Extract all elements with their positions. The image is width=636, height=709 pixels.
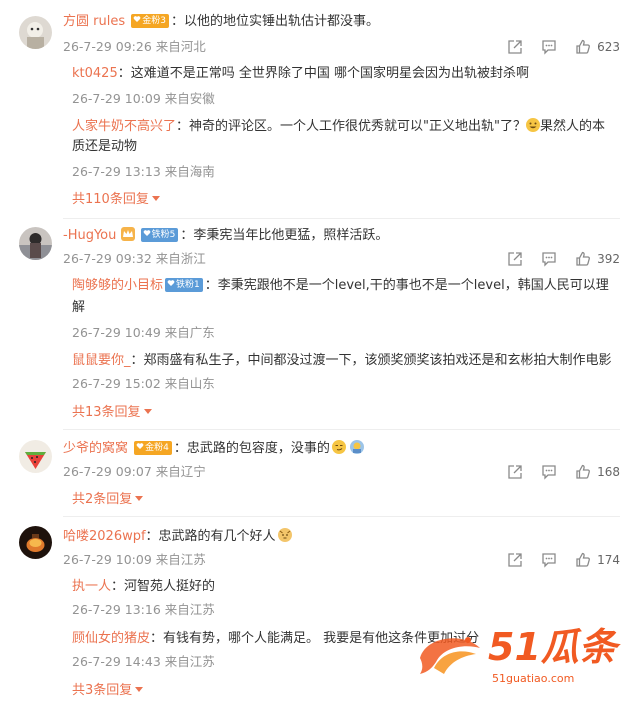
laugh-emoji-icon	[525, 118, 540, 132]
face-emoji-icon	[349, 440, 364, 454]
more-replies-button[interactable]: 共3条回复	[72, 682, 144, 700]
share-icon[interactable]	[507, 464, 523, 480]
watermark: 51瓜条 51guatiao.com	[416, 624, 621, 696]
more-replies-label: 共2条回复	[72, 492, 133, 507]
comment-actions: 174	[507, 551, 620, 569]
fan-badge-label: 金粉3	[142, 16, 166, 26]
like-icon[interactable]	[575, 39, 591, 55]
comment-content: ：以他的地位实锤出轨估计都没事。	[170, 14, 379, 29]
fan-badge-label: 金粉4	[145, 443, 169, 453]
heart-icon	[167, 278, 175, 286]
comment-meta: 26-7-29 09:07 来自辽宁	[63, 464, 206, 479]
share-icon[interactable]	[507, 39, 523, 55]
more-replies-button[interactable]: 共13条回复	[72, 404, 152, 422]
reply-content: ：河智苑人挺好的	[111, 579, 216, 594]
avatar[interactable]	[19, 16, 52, 49]
divider	[63, 516, 620, 517]
reply-content-line2: 质还是动物	[72, 139, 138, 154]
comment-content: ：忠武路的有几个好人	[145, 529, 276, 544]
avatar[interactable]	[19, 440, 52, 473]
like-count: 168	[597, 465, 620, 479]
heart-icon	[133, 14, 141, 22]
fan-badge: 铁粉5	[140, 228, 179, 242]
comment-actions: 623	[507, 38, 620, 56]
caret-down-icon	[151, 196, 160, 201]
comment-username[interactable]: 少爷的窝窝	[63, 441, 128, 456]
more-replies-label: 共3条回复	[72, 683, 133, 698]
reply-meta: 26-7-29 10:49 来自广东	[72, 325, 215, 340]
like-icon[interactable]	[575, 464, 591, 480]
reply-content-line1: ：神奇的评论区。一个人工作很优秀就可以"正义地出轨"了？	[176, 119, 526, 134]
reply-meta: 26-7-29 13:16 来自江苏	[72, 602, 215, 617]
avatar[interactable]	[19, 526, 52, 559]
caret-down-icon	[135, 687, 144, 692]
reply-username[interactable]: kt0425	[72, 66, 118, 81]
comment-meta: 26-7-29 09:32 来自浙江	[63, 251, 206, 266]
comment-meta: 26-7-29 10:09 来自江苏	[63, 552, 206, 567]
like-count: 623	[597, 40, 620, 54]
like-icon[interactable]	[575, 552, 591, 568]
reply-meta: 26-7-29 15:02 来自山东	[72, 376, 215, 391]
reply-content: ：郑雨盛有私生子，中间都没过渡一下，该颁奖颁奖该拍戏还是和玄彬拍大制作电影	[130, 353, 612, 368]
cat-emoji-icon	[277, 528, 292, 542]
reply-meta: 26-7-29 14:43 来自江苏	[72, 654, 215, 669]
fan-badge: 铁粉1	[165, 278, 203, 292]
comment-content: ：李秉宪当年比他更猛，照样活跃。	[180, 228, 389, 243]
comment-actions: 168	[507, 463, 620, 481]
avatar[interactable]	[19, 227, 52, 260]
more-replies-button[interactable]: 共110条回复	[72, 191, 160, 209]
share-icon[interactable]	[507, 251, 523, 267]
caret-down-icon	[143, 409, 152, 414]
more-replies-label: 共110条回复	[72, 192, 149, 207]
reply-username[interactable]: 顾仙女的猪皮	[72, 631, 150, 646]
share-icon[interactable]	[507, 552, 523, 568]
reply-meta: 26-7-29 13:13 来自海南	[72, 164, 215, 179]
comment-username[interactable]: 哈喽2026wpf	[63, 529, 146, 544]
fan-badge-label: 铁粉5	[151, 230, 176, 240]
watermark-url: 51guatiao.com	[492, 672, 575, 685]
comment-icon[interactable]	[541, 39, 557, 55]
heart-icon	[143, 228, 151, 236]
comment-meta: 26-7-29 09:26 来自河北	[63, 39, 206, 54]
fan-badge-label: 铁粉1	[176, 280, 200, 290]
comment-username[interactable]: 方圆 rules	[63, 14, 125, 29]
reply-username[interactable]: 陶够够的小目标	[72, 278, 163, 293]
comment-content: ：忠武路的包容度，没事的	[173, 441, 330, 456]
like-count: 174	[597, 553, 620, 567]
comment-icon[interactable]	[541, 552, 557, 568]
comment-actions: 392	[507, 250, 620, 268]
heart-icon	[136, 441, 144, 449]
more-replies-button[interactable]: 共2条回复	[72, 491, 144, 509]
watermark-brand: 51瓜条	[488, 625, 617, 669]
fan-badge: 金粉4	[134, 441, 172, 455]
reply-meta: 26-7-29 10:09 来自安徽	[72, 91, 215, 106]
reply-username[interactable]: 执一人	[72, 579, 111, 594]
comment-icon[interactable]	[541, 251, 557, 267]
divider	[63, 429, 620, 430]
divider	[63, 218, 620, 219]
smirk-emoji-icon	[331, 440, 346, 454]
reply-content-line2: 解	[72, 300, 86, 315]
like-icon[interactable]	[575, 251, 591, 267]
caret-down-icon	[135, 496, 144, 501]
reply-username[interactable]: 人家牛奶不高兴了	[72, 119, 176, 134]
watermark-logo-icon	[420, 637, 480, 674]
comment-icon[interactable]	[541, 464, 557, 480]
more-replies-label: 共13条回复	[72, 405, 141, 420]
like-count: 392	[597, 252, 620, 266]
reply-content: ：这难道不是正常吗 全世界除了中国 哪个国家明星会因为出轨被封杀啊	[117, 66, 529, 81]
vip-crown-icon	[120, 227, 135, 241]
reply-content-line1-tail: 果然人的本	[539, 119, 605, 134]
comment-username[interactable]: -HugYou	[63, 228, 116, 243]
reply-content-line1: ：李秉宪跟他不是一个level,干的事也不是一个level，韩国人民可以理	[204, 278, 609, 293]
reply-username[interactable]: 鼠鼠要你_	[72, 353, 131, 368]
fan-badge: 金粉3	[131, 14, 169, 28]
